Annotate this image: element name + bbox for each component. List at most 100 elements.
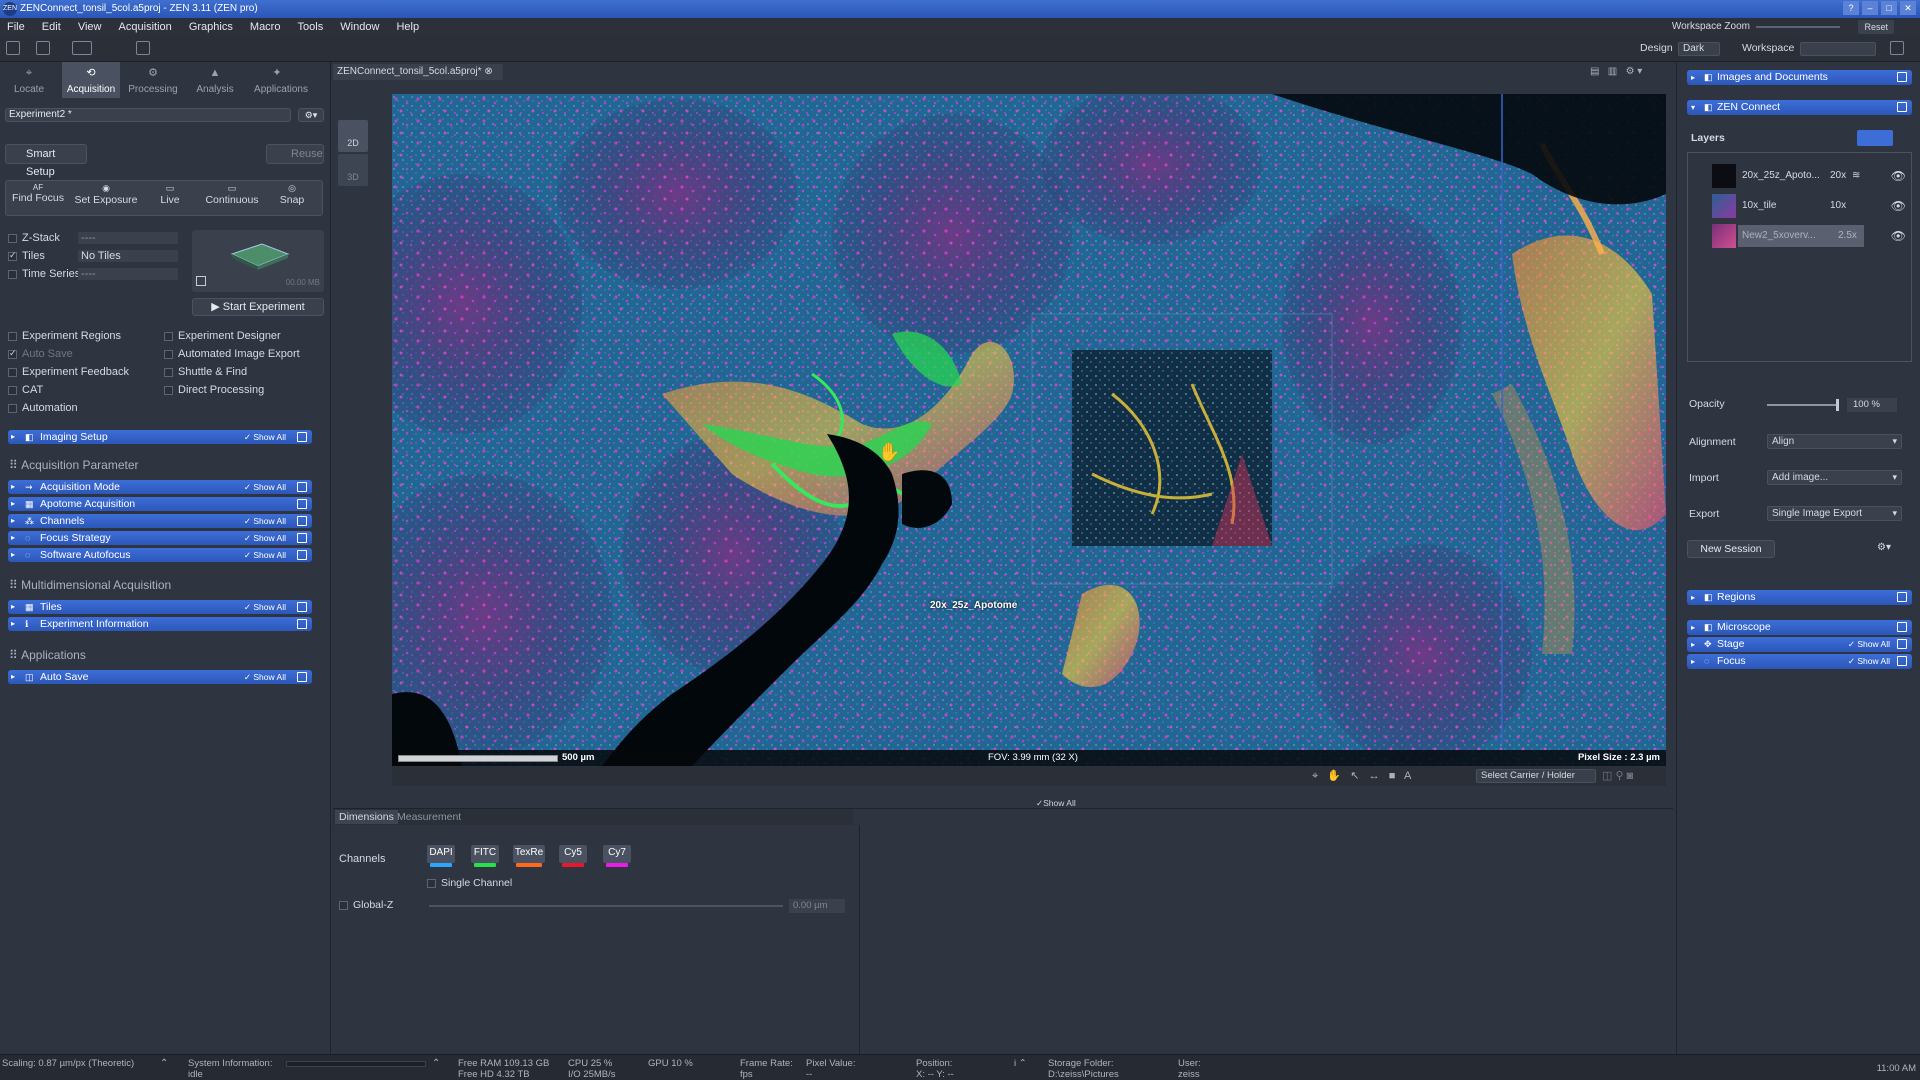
imaging-setup-bar[interactable]: ▸ ◧ Imaging Setup ✓ Show All: [8, 430, 312, 444]
expand-system-icon[interactable]: ⌃: [432, 1058, 440, 1069]
eye-icon[interactable]: 👁: [1891, 193, 1906, 219]
zstack-checkbox[interactable]: Z-Stack: [8, 232, 60, 244]
workspace-dropdown[interactable]: [1800, 42, 1876, 56]
experiment-regions-option[interactable]: Experiment Regions: [8, 330, 121, 342]
popout-icon[interactable]: [1897, 592, 1907, 602]
global-z-checkbox[interactable]: Global-Z: [339, 899, 393, 911]
opacity-value[interactable]: 100 %: [1847, 398, 1897, 412]
cat-option[interactable]: CAT: [8, 384, 43, 396]
menu-view[interactable]: View: [71, 18, 109, 36]
popout-icon[interactable]: [297, 516, 307, 526]
expand-status-icon[interactable]: ⌃: [160, 1058, 168, 1069]
menu-window[interactable]: Window: [333, 18, 386, 36]
save-icon[interactable]: [36, 41, 50, 55]
regions-bar[interactable]: ▸ ◧ Regions: [1687, 590, 1912, 605]
tab-applications[interactable]: ✦ Applications: [248, 62, 314, 98]
export-dropdown[interactable]: Single Image Export: [1767, 506, 1902, 521]
popout-icon[interactable]: [297, 533, 307, 543]
tab-measurement[interactable]: Measurement: [397, 811, 461, 823]
import-dropdown[interactable]: Add image...: [1767, 470, 1902, 485]
acquisition-mode-bar[interactable]: ▸ ⇝ Acquisition Mode ✓ Show All: [8, 480, 312, 494]
open-folder-icon[interactable]: [6, 41, 20, 55]
show-all-toggle[interactable]: ✓ Show All: [244, 670, 286, 684]
automated-image-export-option[interactable]: Automated Image Export: [164, 348, 300, 360]
global-z-slider[interactable]: [429, 905, 783, 907]
tab-acquisition[interactable]: ⟲ Acquisition: [62, 62, 120, 98]
popout-icon[interactable]: [1897, 102, 1907, 112]
auto-save-bar[interactable]: ▸ ◫ Auto Save ✓ Show All: [8, 670, 312, 684]
experiment-designer-option[interactable]: Experiment Designer: [164, 330, 281, 342]
single-channel-checkbox[interactable]: Single Channel: [427, 877, 512, 889]
acquisition-parameter-header[interactable]: ⠿ Acquisition Parameter: [9, 458, 139, 472]
workspace-zoom-slider[interactable]: [1756, 26, 1840, 28]
set-exposure-button[interactable]: ◉ Set Exposure: [72, 183, 140, 213]
focus-bar[interactable]: ▸ ◌ Focus ✓ Show All: [1687, 654, 1912, 669]
eye-icon[interactable]: 👁: [1891, 163, 1906, 189]
multidimensional-acquisition-header[interactable]: ⠿ Multidimensional Acquisition: [9, 578, 171, 592]
tab-locate[interactable]: ⌖ Locate: [0, 62, 58, 98]
menu-graphics[interactable]: Graphics: [182, 18, 240, 36]
popout-icon[interactable]: [297, 602, 307, 612]
find-focus-button[interactable]: AF Find Focus: [8, 183, 68, 213]
popout-icon[interactable]: [297, 550, 307, 560]
close-button[interactable]: ✕: [1900, 1, 1916, 15]
popout-icon[interactable]: [1897, 72, 1907, 82]
experiment-information-bar[interactable]: ▸ ℹ Experiment Information: [8, 617, 312, 631]
eye-icon[interactable]: 👁: [1891, 223, 1906, 249]
select-carrier-dropdown[interactable]: Select Carrier / Holder: [1476, 769, 1596, 783]
auto-save-option[interactable]: Auto Save: [8, 348, 73, 360]
smart-setup-button[interactable]: Smart Setup: [5, 144, 87, 178]
carrier-options-icons[interactable]: ◫ ⚲ ◙: [1602, 769, 1633, 782]
live-button[interactable]: ▭ Live: [146, 183, 194, 213]
menu-help[interactable]: Help: [389, 18, 426, 36]
menu-tools[interactable]: Tools: [291, 18, 331, 36]
grid-icon[interactable]: [136, 41, 150, 55]
tab-processing[interactable]: ⚙ Processing: [124, 62, 182, 98]
layer-item[interactable]: 10x_tile 10x 👁: [1712, 193, 1906, 219]
channel-texred-button[interactable]: TexRe: [513, 845, 545, 867]
reset-zoom-button[interactable]: Reset: [1858, 20, 1894, 34]
software-autofocus-bar[interactable]: ▸ ◌ Software Autofocus ✓ Show All: [8, 548, 312, 562]
info-icon[interactable]: i ⌃: [1014, 1058, 1027, 1069]
show-all-toggle[interactable]: ✓ Show All: [244, 548, 286, 562]
close-tab-icon[interactable]: ⊗: [484, 66, 492, 77]
layout-icon[interactable]: [72, 41, 92, 55]
channel-cy7-button[interactable]: Cy7: [603, 845, 631, 867]
show-all-toggle[interactable]: ✓ Show All: [244, 514, 286, 528]
zen-connect-bar[interactable]: ▾ ◧ ZEN Connect: [1687, 100, 1912, 115]
view-3d-button[interactable]: 3D: [338, 154, 368, 186]
show-all-toggle[interactable]: ✓ Show All: [1848, 654, 1890, 669]
global-z-value[interactable]: 0.00 µm: [789, 899, 845, 913]
layer-view-toggle[interactable]: [1857, 130, 1893, 146]
menu-macro[interactable]: Macro: [243, 18, 288, 36]
popout-icon[interactable]: [297, 432, 307, 442]
opacity-slider-handle[interactable]: [1836, 399, 1839, 411]
reuse-button[interactable]: Reuse: [266, 144, 324, 164]
channel-dapi-button[interactable]: DAPI: [427, 845, 455, 867]
popout-icon[interactable]: [297, 482, 307, 492]
shuttle-find-option[interactable]: Shuttle & Find: [164, 366, 247, 378]
opacity-slider[interactable]: [1767, 399, 1839, 411]
popout-icon[interactable]: [1897, 656, 1907, 666]
direct-processing-option[interactable]: Direct Processing: [164, 384, 264, 396]
navigation-tools-icons[interactable]: ⌖ ✋ ↖ ↔ ■ A: [1312, 769, 1411, 783]
popout-icon[interactable]: [297, 672, 307, 682]
menu-acquisition[interactable]: Acquisition: [112, 18, 179, 36]
show-all-toggle[interactable]: ✓ Show All: [244, 531, 286, 545]
tab-analysis[interactable]: ▲ Analysis: [186, 62, 244, 98]
stage-bar[interactable]: ▸ ✥ Stage ✓ Show All: [1687, 637, 1912, 652]
maximize-button[interactable]: □: [1881, 1, 1897, 15]
popout-icon[interactable]: [297, 619, 307, 629]
view-options-icons[interactable]: ▤ ▥ ⚙ ▾: [1590, 66, 1642, 77]
channel-cy5-button[interactable]: Cy5: [559, 845, 587, 867]
image-viewer[interactable]: ✋: [392, 94, 1666, 766]
popout-icon[interactable]: [1897, 639, 1907, 649]
alignment-dropdown[interactable]: Align: [1767, 434, 1902, 449]
microscope-bar[interactable]: ▸ ◧ Microscope: [1687, 620, 1912, 635]
continuous-button[interactable]: ▭ Continuous: [200, 183, 264, 213]
popout-icon[interactable]: [297, 499, 307, 509]
document-tab[interactable]: ZENConnect_tonsil_5col.a5proj* ⊗: [333, 64, 503, 80]
time-series-checkbox[interactable]: Time Series: [8, 268, 80, 280]
automation-option[interactable]: Automation: [8, 402, 78, 414]
menu-edit[interactable]: Edit: [35, 18, 68, 36]
